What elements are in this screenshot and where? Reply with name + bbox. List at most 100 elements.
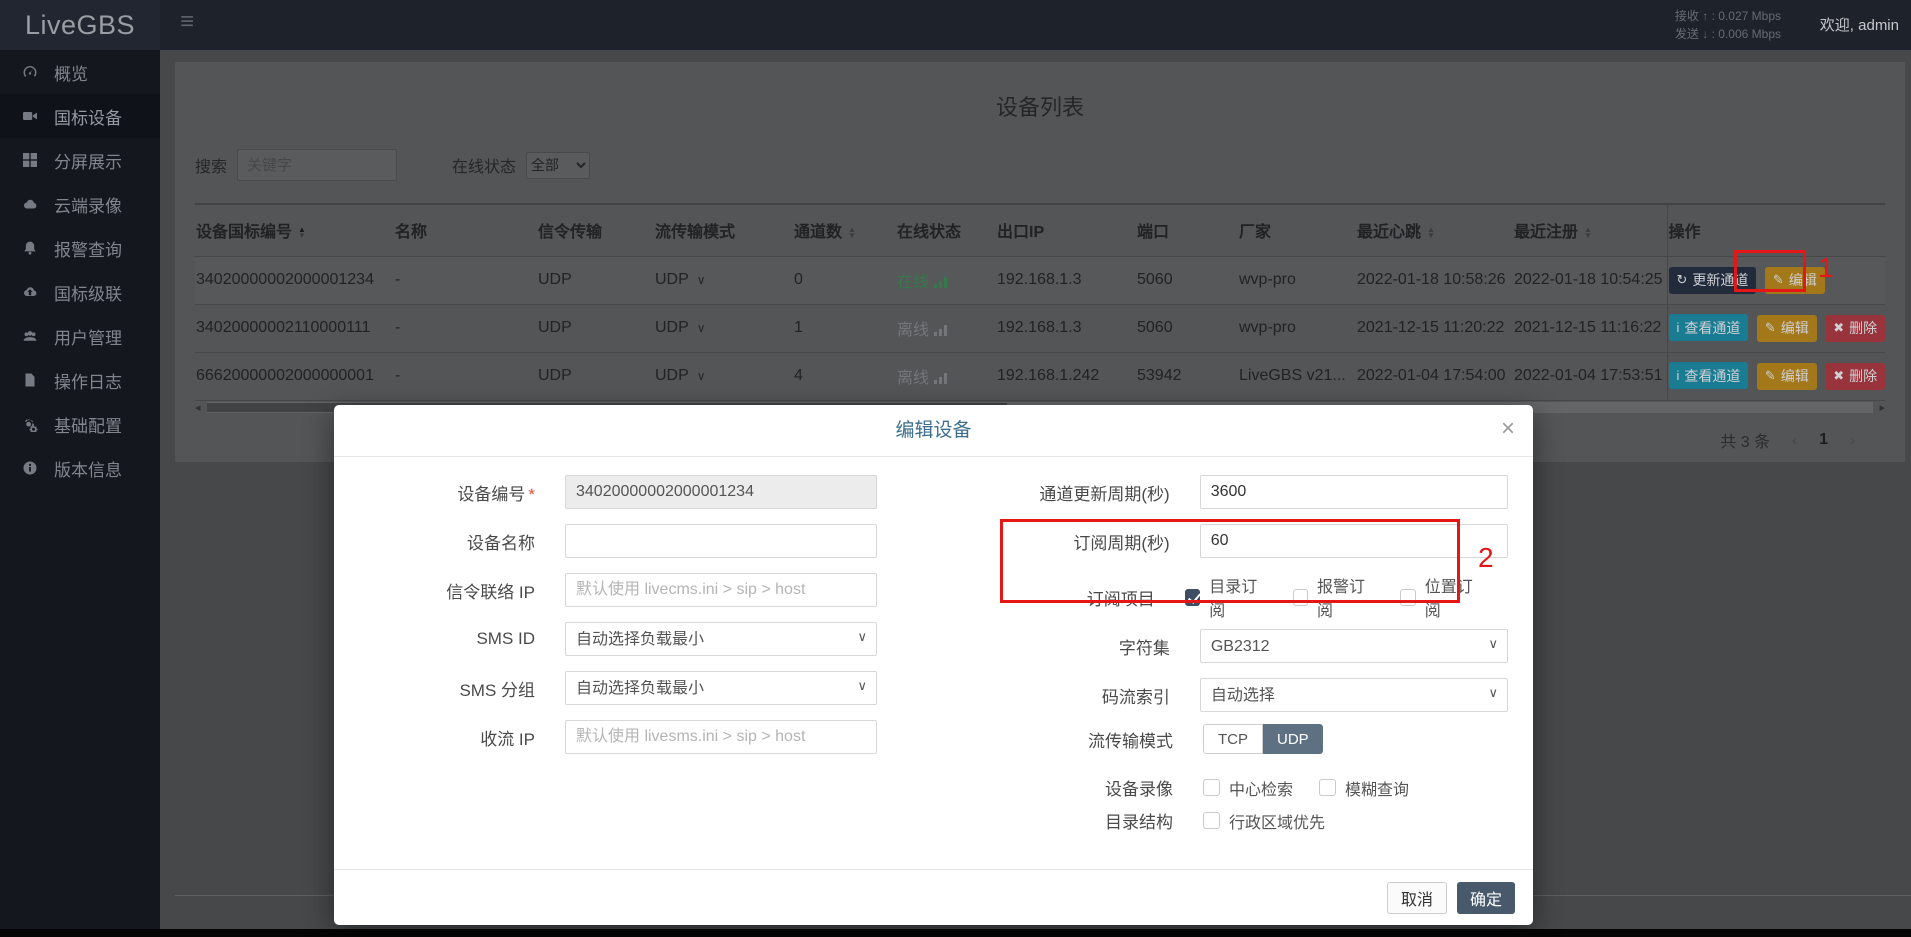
stream-index-select[interactable]: 自动选择	[1200, 678, 1508, 712]
col-status: 在线状态	[896, 204, 996, 256]
sidebar-item-split-screen[interactable]: 分屏展示	[0, 138, 160, 182]
sidebar-item-gb-devices[interactable]: 国标设备	[0, 94, 160, 138]
center-search-checkbox[interactable]: 中心检索	[1203, 776, 1293, 800]
topbar: ≡ 接收 ↑ : 0.027 Mbps 发送 ↓ : 0.006 Mbps 欢迎…	[160, 0, 1911, 50]
fuzzy-query-checkbox[interactable]: 模糊查询	[1319, 776, 1409, 800]
scroll-left-icon[interactable]: ◂	[195, 401, 207, 414]
sidebar-item-label: 云端录像	[54, 192, 122, 217]
col-name: 名称	[394, 204, 537, 256]
device-name-field[interactable]	[565, 524, 877, 558]
col-port: 端口	[1136, 204, 1238, 256]
chevron-down-icon: ∨	[697, 321, 706, 335]
pagination: 共 3 条 ‹ 1 ›	[1720, 428, 1877, 452]
sidebar-item-operation-log[interactable]: 操作日志	[0, 358, 160, 402]
sidebar-item-label: 国标级联	[54, 280, 122, 305]
edit-icon: ✎	[1765, 368, 1776, 384]
channel-refresh-field[interactable]	[1200, 475, 1508, 509]
sidebar-item-alarm-query[interactable]: 报警查询	[0, 226, 160, 270]
stream-mode-dropdown[interactable]: UDP∨	[654, 352, 793, 400]
chevron-down-icon: ∨	[697, 273, 706, 287]
edit-device-modal: 编辑设备 × 设备编号* 设备名称 信令联络 IP SMS ID	[334, 405, 1533, 925]
col-registered[interactable]: 最近注册▲▼	[1513, 204, 1667, 256]
sidebar-item-version-info[interactable]: 版本信息	[0, 446, 160, 490]
sidebar-item-label: 版本信息	[54, 456, 122, 481]
search-input[interactable]	[237, 149, 397, 181]
status-badge[interactable]: 在线	[896, 256, 996, 304]
app-root: LiveGBS 概览 国标设备 分屏展示 云端录像 报警查询 国标级联 用户管理	[0, 0, 1911, 937]
sort-icon: ▲▼	[848, 227, 856, 239]
table-toolbar: 搜索 在线状态 全部	[195, 148, 590, 182]
sidebar-item-user-management[interactable]: 用户管理	[0, 314, 160, 358]
sms-group-label: SMS 分组	[359, 676, 565, 701]
network-stats: 接收 ↑ : 0.027 Mbps 发送 ↓ : 0.006 Mbps	[1675, 7, 1781, 43]
sms-id-select[interactable]: 自动选择负载最小	[565, 622, 877, 656]
device-table: 设备国标编号▲▼ 名称 信令传输 流传输模式 通道数▲▼ 在线状态 出口IP 端…	[195, 203, 1885, 401]
scroll-right-icon[interactable]: ▸	[1873, 401, 1885, 414]
edit-button[interactable]: ✎编辑	[1757, 363, 1817, 390]
tcp-option[interactable]: TCP	[1203, 724, 1263, 754]
sort-icon: ▲▼	[1427, 227, 1435, 239]
prev-page-icon[interactable]: ‹	[1792, 432, 1797, 449]
welcome-user[interactable]: 欢迎, admin	[1820, 14, 1899, 35]
sidebar-item-label: 分屏展示	[54, 148, 122, 173]
sidebar-item-cloud-record[interactable]: 云端录像	[0, 182, 160, 226]
col-ip: 出口IP	[996, 204, 1136, 256]
device-record-label: 设备录像	[918, 775, 1203, 800]
sidebar-item-label: 基础配置	[54, 412, 122, 437]
table-row: 66620000002000000001 - UDP UDP∨ 4 离线 192…	[195, 352, 1885, 400]
ok-button[interactable]: 确定	[1457, 882, 1515, 914]
sidebar-item-overview[interactable]: 概览	[0, 50, 160, 94]
edit-button[interactable]: ✎编辑	[1757, 315, 1817, 342]
sort-icon: ▲▼	[298, 227, 306, 239]
next-page-icon[interactable]: ›	[1850, 432, 1855, 449]
online-status-select[interactable]: 全部	[526, 152, 590, 179]
charset-select[interactable]: GB2312	[1200, 629, 1508, 663]
col-heartbeat[interactable]: 最近心跳▲▼	[1356, 204, 1513, 256]
udp-option[interactable]: UDP	[1263, 724, 1323, 754]
video-camera-icon	[22, 108, 40, 124]
signal-ip-field[interactable]	[565, 573, 877, 607]
sms-id-label: SMS ID	[359, 629, 565, 649]
stream-mode-dropdown[interactable]: UDP∨	[654, 304, 793, 352]
col-stream-mode: 流传输模式	[654, 204, 793, 256]
arrow-up-icon: ↑	[1702, 9, 1708, 23]
annotation-number-1: 1	[1818, 252, 1834, 284]
view-channels-button[interactable]: i查看通道	[1669, 314, 1749, 341]
cell-device-id: 34020000002000001234	[195, 256, 394, 304]
users-icon	[22, 328, 40, 344]
sidebar-item-gb-cascade[interactable]: 国标级联	[0, 270, 160, 314]
channel-refresh-label: 通道更新周期(秒)	[918, 480, 1200, 505]
sidebar-item-label: 国标设备	[54, 104, 122, 129]
col-signal: 信令传输	[537, 204, 654, 256]
admin-region-checkbox[interactable]: 行政区域优先	[1203, 809, 1325, 833]
document-icon	[22, 372, 40, 388]
page-title: 设备列表	[175, 62, 1905, 122]
recv-ip-field[interactable]	[565, 720, 877, 754]
sidebar-item-label: 操作日志	[54, 368, 122, 393]
hamburger-menu-icon[interactable]: ≡	[180, 8, 194, 36]
checkbox-icon	[1203, 812, 1220, 829]
cloud-upload-icon	[22, 284, 40, 300]
checkbox-icon	[1203, 779, 1220, 796]
info-circle-icon	[22, 460, 40, 476]
close-icon: ✖	[1833, 368, 1844, 384]
sidebar-item-label: 概览	[54, 60, 88, 85]
col-device-id[interactable]: 设备国标编号▲▼	[195, 204, 394, 256]
delete-button[interactable]: ✖删除	[1825, 315, 1885, 342]
device-name-label: 设备名称	[359, 529, 565, 554]
annotation-number-2: 2	[1478, 542, 1494, 574]
signal-bars-icon	[934, 324, 948, 336]
sidebar-item-label: 用户管理	[54, 324, 122, 349]
sidebar-item-basic-config[interactable]: 基础配置	[0, 402, 160, 446]
view-channels-button[interactable]: i查看通道	[1669, 362, 1749, 389]
modal-footer: 取消 确定	[334, 869, 1533, 925]
cancel-button[interactable]: 取消	[1387, 882, 1447, 914]
close-icon[interactable]: ×	[1501, 417, 1515, 441]
current-page[interactable]: 1	[1819, 431, 1828, 449]
stream-mode-toggle: TCP UDP	[1203, 724, 1323, 754]
stream-mode-dropdown[interactable]: UDP∨	[654, 256, 793, 304]
col-channels[interactable]: 通道数▲▼	[793, 204, 896, 256]
bell-icon	[22, 240, 40, 256]
sms-group-select[interactable]: 自动选择负载最小	[565, 671, 877, 705]
delete-button[interactable]: ✖删除	[1825, 363, 1885, 390]
